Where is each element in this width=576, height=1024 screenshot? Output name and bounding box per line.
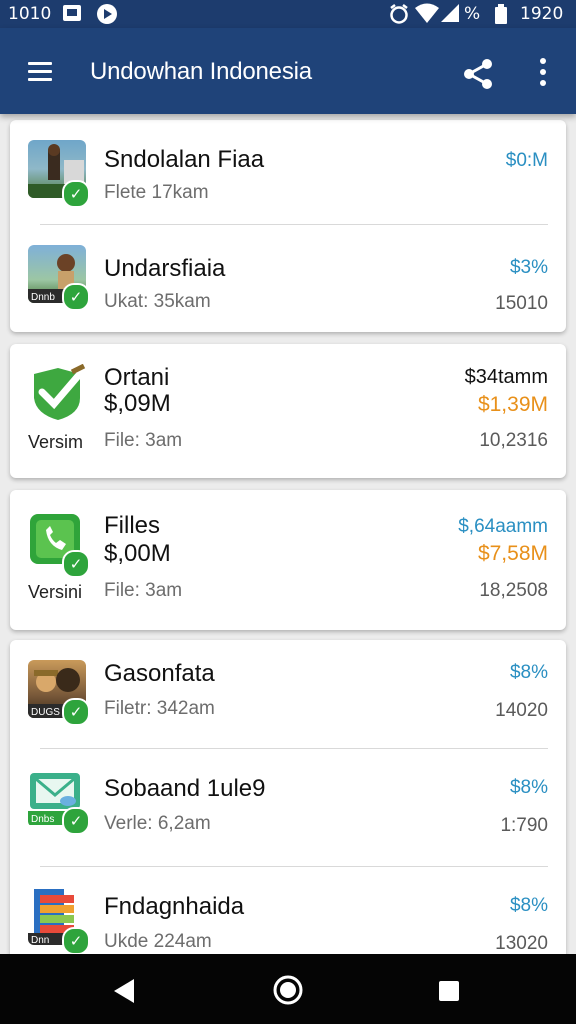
battery-percent: % <box>464 4 481 24</box>
list-card: DUGS ✓ Gasonfata Filetr: 342am $8% 14020… <box>10 640 566 954</box>
list-card: ✓ Sndolalan Fiaa Flete 17kam $0:M Dnnb ✓… <box>10 120 566 332</box>
item-price: $0:M <box>505 150 548 171</box>
item-name: Sobaand 1ule9 <box>104 775 266 802</box>
status-bar: 1010 % 1920 <box>0 0 576 28</box>
list-item[interactable]: Dnnb ✓ Undarsfiaia Ukat: 35kam $3% 15010 <box>10 225 566 332</box>
item-meta: 15010 <box>495 293 548 314</box>
menu-icon[interactable] <box>28 62 52 82</box>
item-meta: 18,2508 <box>479 580 548 601</box>
list-card[interactable]: ✓ Filles $,00M Versini File: 3am $,64aam… <box>10 490 566 630</box>
list-item[interactable]: Dnbs ✓ Sobaand 1ule9 Verle: 6,2am $8% 1:… <box>10 749 566 865</box>
item-subtitle: Flete 17kam <box>104 182 209 203</box>
status-time-right: 1920 <box>520 4 564 24</box>
item-price: $3% <box>509 257 548 278</box>
more-vert-icon[interactable] <box>538 58 548 88</box>
item-subtitle: Filetr: 342am <box>104 698 215 719</box>
item-name: Fndagnhaida <box>104 893 245 920</box>
list-item[interactable]: ✓ Sndolalan Fiaa Flete 17kam $0:M <box>10 120 566 224</box>
list-container[interactable]: ✓ Sndolalan Fiaa Flete 17kam $0:M Dnnb ✓… <box>0 114 576 954</box>
verified-check-icon: ✓ <box>62 698 90 726</box>
item-price-secondary: $7,58M <box>477 542 548 565</box>
item-subtitle: File: 3am <box>104 430 183 451</box>
item-name: Sndolalan Fiaa <box>104 146 265 173</box>
media-icon <box>96 3 118 30</box>
list-item[interactable]: DUGS ✓ Gasonfata Filetr: 342am $8% 14020 <box>10 640 566 748</box>
verified-check-icon: ✓ <box>62 180 90 208</box>
item-version: Versim <box>28 432 84 452</box>
item-meta: 13020 <box>495 933 548 954</box>
app-bar: Undowhan Indonesia <box>0 28 576 114</box>
verified-check-icon: ✓ <box>62 550 90 578</box>
item-price: $,64aamm <box>458 516 548 537</box>
item-name: Gasonfata <box>104 660 215 687</box>
app-title: Undowhan Indonesia <box>90 58 312 85</box>
wifi-icon <box>414 3 440 30</box>
home-icon[interactable] <box>272 974 304 1011</box>
item-name: Filles <box>104 512 161 539</box>
item-price: $8% <box>509 662 548 683</box>
thumbnail-label: Dnbs <box>31 814 54 825</box>
item-name: Undarsfiaia <box>104 255 226 282</box>
battery-icon <box>494 4 508 29</box>
list-item[interactable]: Dnn ✓ Fndagnhaida Ukde 224am $8% 13020 <box>10 867 566 954</box>
item-subtitle: Ukat: 35kam <box>104 291 211 312</box>
item-price: $8% <box>509 777 548 798</box>
item-price-secondary: $1,39M <box>477 393 548 416</box>
share-icon[interactable] <box>460 56 496 92</box>
item-subtitle: File: 3am <box>104 580 183 601</box>
item-meta: 14020 <box>495 700 548 721</box>
item-price: $8% <box>509 895 548 916</box>
checkmark-shield-icon <box>28 363 88 424</box>
item-name: Ortani <box>104 364 170 391</box>
recents-icon[interactable] <box>438 980 460 1007</box>
verified-check-icon: ✓ <box>62 807 90 835</box>
item-price: $34tamm <box>464 366 548 388</box>
item-meta: 10,2316 <box>479 430 548 451</box>
item-version: Versini <box>28 582 83 602</box>
image-icon <box>62 3 82 28</box>
item-meta: 1:790 <box>500 815 548 836</box>
item-subtitle: Ukde 224am <box>104 931 212 952</box>
thumbnail-label: Dnnb <box>31 292 55 303</box>
item-name-secondary: $,00M <box>104 540 171 567</box>
status-time-left: 1010 <box>8 4 52 24</box>
navigation-bar <box>0 954 576 1024</box>
verified-check-icon: ✓ <box>62 283 90 311</box>
signal-icon <box>440 3 460 28</box>
thumbnail-label: DUGS <box>31 707 60 718</box>
item-subtitle: Verle: 6,2am <box>104 813 211 834</box>
item-name-secondary: $,09M <box>104 390 171 417</box>
alarm-icon <box>388 3 410 30</box>
verified-check-icon: ✓ <box>62 927 90 954</box>
list-card[interactable]: Ortani $,09M Versim File: 3am $34tamm $1… <box>10 344 566 478</box>
back-icon[interactable] <box>112 978 136 1009</box>
thumbnail-label: Dnn <box>31 935 49 945</box>
